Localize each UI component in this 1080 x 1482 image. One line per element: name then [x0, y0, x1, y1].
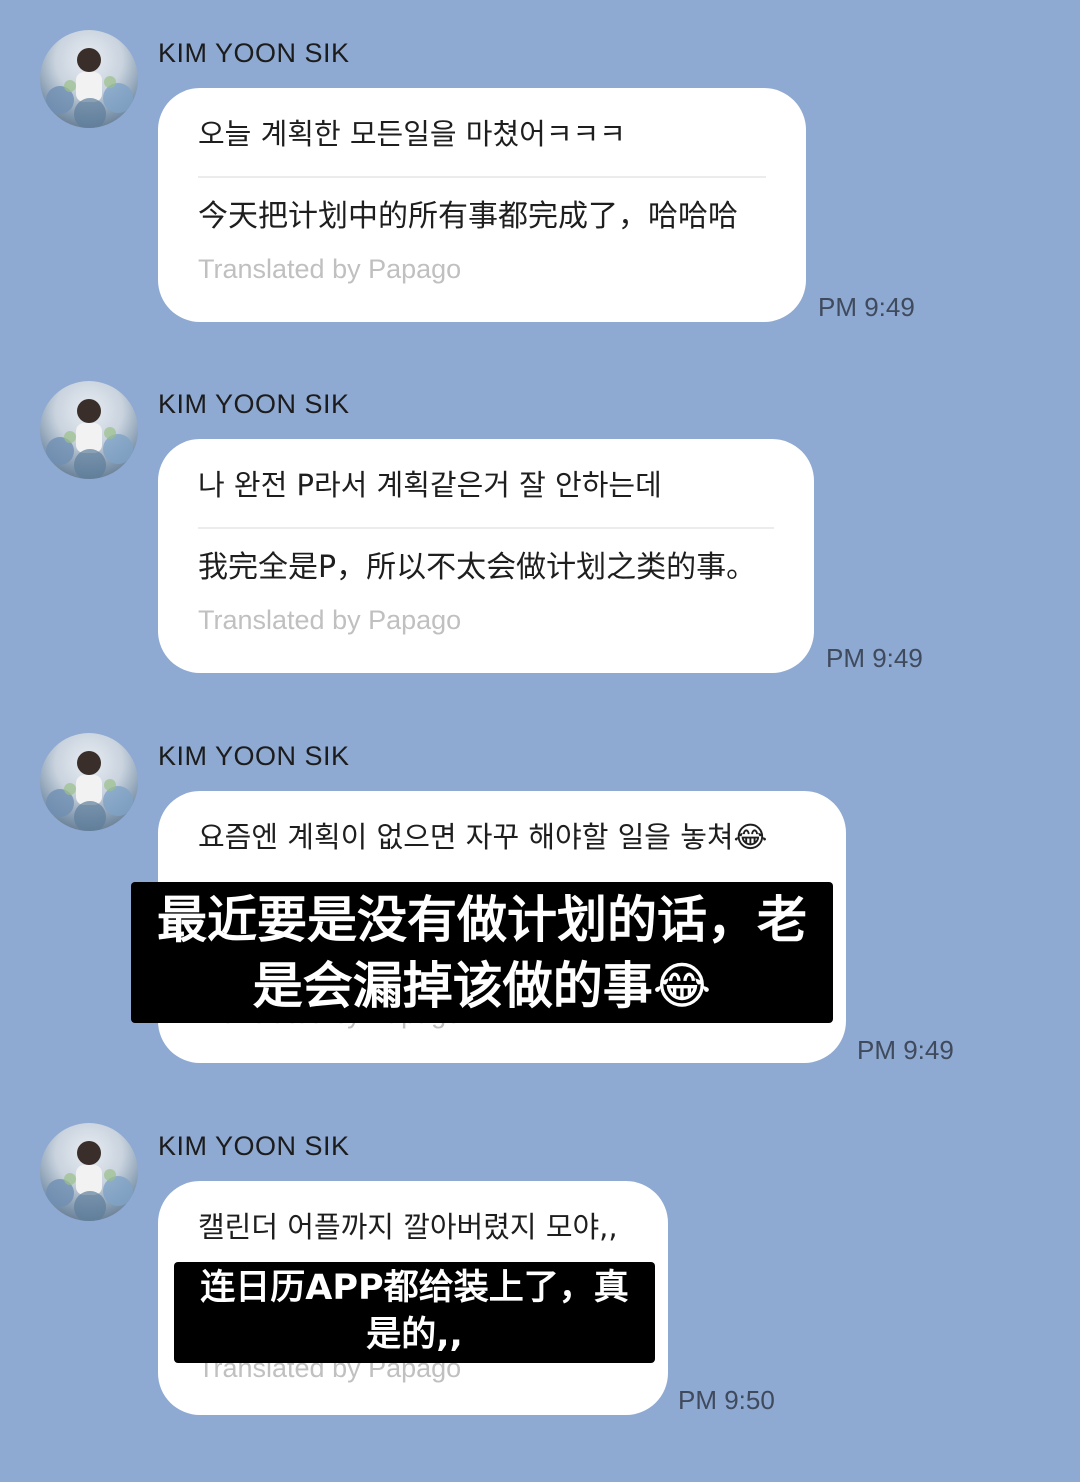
caption-line: 连日历APP都给装上了，真 [200, 1268, 629, 1308]
timestamp: PM 9:49 [826, 643, 923, 673]
avatar[interactable] [40, 733, 138, 831]
profile-photo-icon [46, 1141, 133, 1221]
avatar[interactable] [40, 30, 138, 128]
sender-name: KIM YOON SIK [158, 1131, 350, 1161]
timestamp: PM 9:49 [818, 292, 915, 322]
message-1: KIM YOON SIK 오늘 계획한 모든일을 마쳤어ㅋㅋㅋ 今天把计划中的所… [0, 30, 1080, 330]
divider [198, 527, 774, 529]
profile-photo-icon [46, 751, 133, 831]
sender-name: KIM YOON SIK [158, 389, 350, 419]
profile-photo-icon [46, 48, 133, 128]
translation-credit: Translated by Papago [198, 254, 462, 284]
sender-name: KIM YOON SIK [158, 38, 350, 68]
avatar[interactable] [40, 381, 138, 479]
caption-line: 是会漏掉该做的事😂 [252, 957, 712, 1015]
profile-photo-icon [46, 399, 133, 479]
avatar[interactable] [40, 1123, 138, 1221]
translation-credit: Translated by Papago [198, 605, 462, 635]
translated-text: 我完全是P，所以不太会做计划之类的事。 [198, 550, 757, 585]
message-bubble[interactable]: 나 완전 P라서 계획같은거 잘 안하는데 我完全是P，所以不太会做计划之类的事… [158, 439, 814, 673]
original-text: 캘린더 어플까지 깔아버렸지 모야,, [198, 1210, 618, 1244]
original-text: 요즘엔 계획이 없으면 자꾸 해야할 일을 놓쳐😂 [198, 820, 768, 854]
timestamp: PM 9:49 [857, 1035, 954, 1065]
divider [198, 176, 766, 178]
sender-name: KIM YOON SIK [158, 741, 350, 771]
translated-text: 今天把计划中的所有事都完成了，哈哈哈 [198, 199, 738, 234]
caption-line: 是的,, [366, 1315, 463, 1355]
message-2: KIM YOON SIK 나 완전 P라서 계획같은거 잘 안하는데 我完全是P… [0, 381, 1080, 681]
caption-line: 最近要是没有做计划的话，老 [157, 891, 807, 949]
timestamp: PM 9:50 [678, 1385, 775, 1415]
message-bubble[interactable]: 오늘 계획한 모든일을 마쳤어ㅋㅋㅋ 今天把计划中的所有事都完成了，哈哈哈 Tr… [158, 88, 806, 322]
subtitle-caption: 最近要是没有做计划的话，老 是会漏掉该做的事😂 [131, 882, 833, 1023]
original-text: 오늘 계획한 모든일을 마쳤어ㅋㅋㅋ [198, 117, 626, 151]
original-text: 나 완전 P라서 계획같은거 잘 안하는데 [198, 468, 662, 502]
subtitle-caption: 连日历APP都给装上了，真 是的,, [174, 1262, 655, 1363]
